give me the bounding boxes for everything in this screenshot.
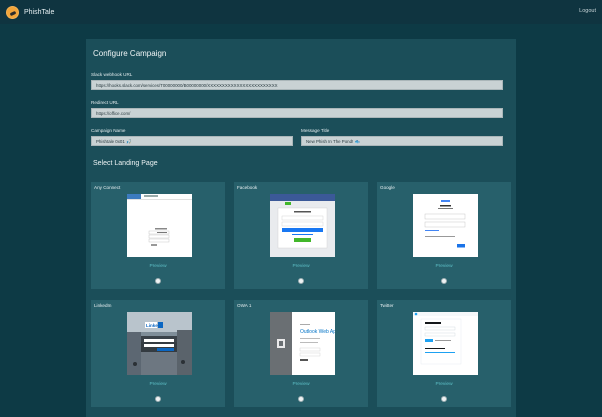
landing-card-any-connect[interactable]: Any Connect Preview <box>91 182 225 289</box>
google-preview-image <box>413 194 478 257</box>
message-title-input[interactable]: New Phish In The Pond! 🐟 <box>301 136 503 146</box>
linkedin-preview-image: Linked <box>127 312 192 375</box>
configure-campaign-panel: Configure Campaign Slack webhook URL htt… <box>86 39 516 417</box>
twitter-preview-image <box>413 312 478 375</box>
owa-preview-image: Outlook Web App <box>270 312 335 375</box>
landing-card-google[interactable]: Google Preview <box>377 182 511 289</box>
card-title: Twitter <box>380 303 394 308</box>
preview-link[interactable]: Preview <box>91 382 225 387</box>
select-radio[interactable] <box>155 278 161 284</box>
facebook-thumbnail <box>270 194 335 257</box>
facebook-preview-image <box>270 194 335 257</box>
redirect-url-input[interactable]: https://office.com/ <box>91 108 503 118</box>
card-title: Any Connect <box>94 185 121 190</box>
app-title[interactable]: PhishTale <box>24 9 54 16</box>
landing-card-owa-1[interactable]: OWA 1 Outlook Web App Preview <box>234 300 368 407</box>
landing-card-facebook[interactable]: Facebook Preview <box>234 182 368 289</box>
top-navbar: PhishTale Logout <box>0 0 602 24</box>
logout-link[interactable]: Logout <box>579 8 596 14</box>
any-connect-preview-image <box>127 194 192 257</box>
campaign-name-label: Campaign Name <box>91 128 126 133</box>
card-title: Google <box>380 185 395 190</box>
slack-webhook-input[interactable]: https://hooks.slack.com/services/T000000… <box>91 80 503 90</box>
preview-link[interactable]: Preview <box>91 264 225 269</box>
preview-link[interactable]: Preview <box>377 264 511 269</box>
landing-card-linkedin[interactable]: LinkedIn Linked Preview <box>91 300 225 407</box>
linkedin-thumbnail: Linked <box>127 312 192 375</box>
svg-text:Outlook Web App: Outlook Web App <box>300 329 335 335</box>
any-connect-thumbnail <box>127 194 192 257</box>
landing-page-section-title: Select Landing Page <box>93 160 158 167</box>
fish-hook-logo-icon[interactable] <box>6 5 19 19</box>
owa-thumbnail: Outlook Web App <box>270 312 335 375</box>
campaign-name-input[interactable]: Phishtale 0x01 🎣 <box>91 136 293 146</box>
select-radio[interactable] <box>298 278 304 284</box>
google-thumbnail <box>413 194 478 257</box>
message-title-label: Message Title <box>301 128 330 133</box>
select-radio[interactable] <box>441 278 447 284</box>
twitter-thumbnail <box>413 312 478 375</box>
select-radio[interactable] <box>155 396 161 402</box>
select-radio[interactable] <box>298 396 304 402</box>
preview-link[interactable]: Preview <box>377 382 511 387</box>
preview-link[interactable]: Preview <box>234 382 368 387</box>
redirect-url-label: Redirect URL <box>91 100 119 105</box>
landing-card-twitter[interactable]: Twitter Preview <box>377 300 511 407</box>
preview-link[interactable]: Preview <box>234 264 368 269</box>
select-radio[interactable] <box>441 396 447 402</box>
slack-webhook-label: Slack webhook URL <box>91 72 133 77</box>
card-title: Facebook <box>237 185 258 190</box>
card-title: LinkedIn <box>94 303 112 308</box>
card-title: OWA 1 <box>237 303 252 308</box>
page-title: Configure Campaign <box>93 49 167 58</box>
